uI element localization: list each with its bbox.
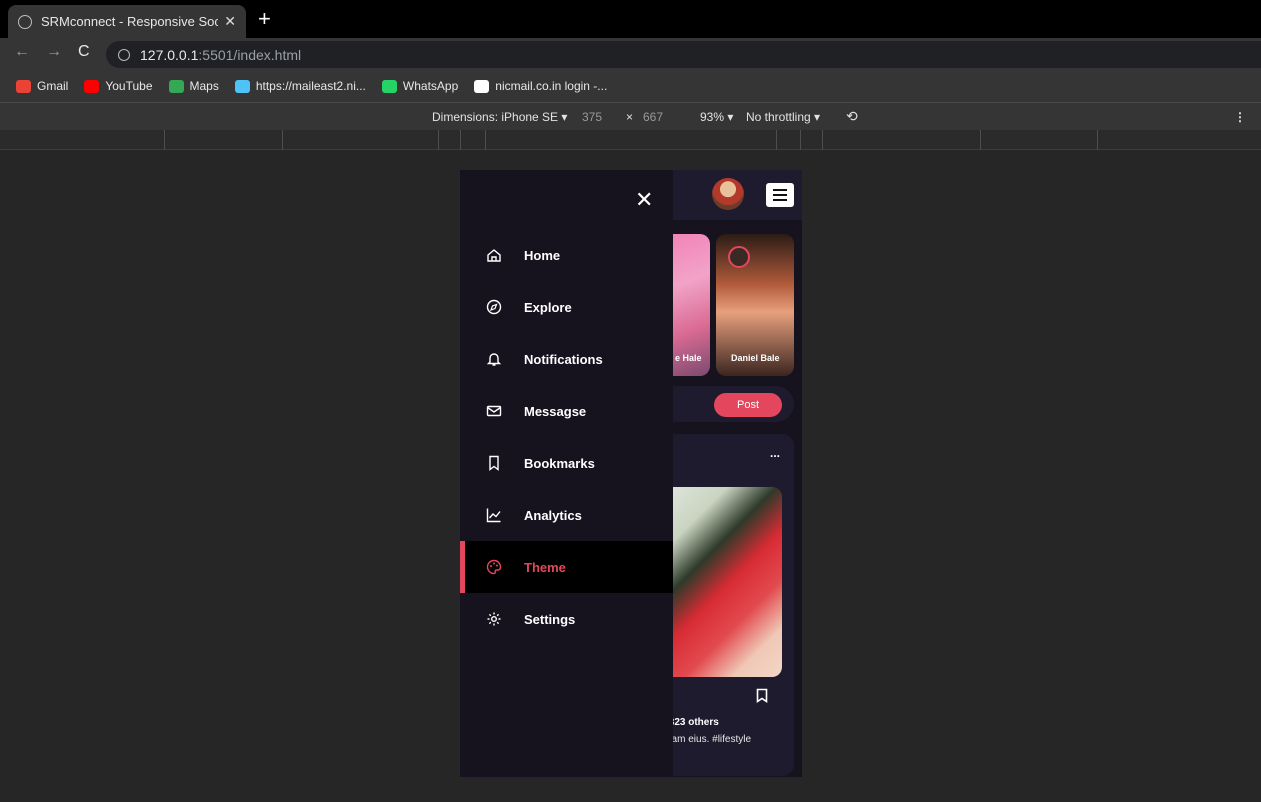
url-path: :5501/index.html (198, 46, 302, 63)
navigation-bar: ← → C 127.0.0.1:5501/index.html (0, 38, 1261, 70)
bookmark-favicon-icon (16, 79, 31, 93)
bookmark-item[interactable]: WhatsApp (381, 79, 459, 93)
bookmark-item[interactable]: Maps (168, 79, 219, 93)
device-toolbar: Dimensions: iPhone SE ▾ 375 × 667 93% ▾ … (0, 102, 1261, 130)
rotate-icon[interactable]: ⟲ (846, 108, 858, 125)
new-tab-button[interactable]: + (258, 6, 271, 32)
sidebar-item-home[interactable]: Home (460, 229, 673, 281)
chart-icon (485, 506, 503, 524)
bookmark-favicon-icon (474, 79, 490, 93)
bookmark-icon[interactable] (756, 688, 768, 703)
bookmark-favicon-icon (234, 79, 250, 93)
address-bar[interactable]: 127.0.0.1:5501/index.html (106, 41, 1261, 68)
dimension-times: × (626, 110, 634, 124)
back-arrow-icon[interactable]: ← (14, 43, 30, 61)
reload-icon[interactable]: C (78, 43, 90, 61)
tab-strip: SRMconnect - Responsive Social ✕ + (0, 0, 1261, 38)
sidebar-item-notifications[interactable]: Notifications (460, 333, 673, 385)
sidebar-item-label: Notifications (524, 351, 603, 367)
sidebar-item-label: Theme (524, 559, 566, 575)
bookmark-label: WhatsApp (402, 79, 459, 93)
sidebar-menu: ✕ Home Explore Notifications Messagse Bookma… (460, 170, 673, 777)
sidebar-item-analytics[interactable]: Analytics (460, 489, 673, 541)
hamburger-icon (773, 189, 787, 191)
media-query-ruler (0, 130, 1261, 150)
sidebar-item-label: Messagse (524, 403, 587, 419)
feed-caption: uam eius. #lifestyle (666, 734, 752, 745)
sidebar-item-bookmarks[interactable]: Bookmarks (460, 437, 673, 489)
device-height-input[interactable]: 667 (643, 110, 663, 124)
bookmarks-bar: Gmail YouTube Maps https://maileast2.ni... W… (0, 70, 1261, 102)
bookmark-label: nicmail.co.in login -... (495, 79, 608, 93)
browser-tab[interactable]: SRMconnect - Responsive Social ✕ (8, 5, 246, 38)
bookmark-item[interactable]: https://maileast2.ni... (234, 79, 366, 93)
profile-avatar[interactable] (712, 178, 744, 210)
feed-more-icon[interactable]: ... (770, 446, 780, 460)
sidebar-item-settings[interactable]: Settings (460, 593, 673, 645)
more-options-icon[interactable]: ⋮ (1234, 110, 1246, 124)
device-dimensions-select[interactable]: Dimensions: iPhone SE ▾ (432, 110, 567, 124)
bookmark-label: Maps (189, 79, 219, 93)
bookmark-label: YouTube (105, 79, 153, 93)
url-host: 127.0.0.1 (140, 46, 199, 63)
sidebar-item-messagse[interactable]: Messagse (460, 385, 673, 437)
site-info-icon[interactable] (118, 48, 130, 61)
bookmark-favicon-icon (84, 79, 100, 93)
bookmark-label: https://maileast2.ni... (255, 79, 366, 93)
sidebar-item-label: Home (524, 247, 561, 263)
zoom-select[interactable]: 93% ▾ (700, 110, 733, 124)
feed-likes: ,323 others (666, 717, 719, 728)
browser-window: SRMconnect - Responsive Social ✕ + ← → C… (0, 0, 1261, 802)
gear-icon (485, 610, 503, 628)
sidebar-item-label: Analytics (524, 507, 582, 523)
close-menu-icon[interactable]: ✕ (635, 189, 653, 211)
bell-icon (485, 350, 503, 368)
throttling-select[interactable]: No throttling ▾ (746, 110, 820, 124)
story-name: Daniel Bale (731, 353, 780, 363)
tab-title: SRMconnect - Responsive Social (41, 14, 219, 29)
sidebar-item-label: Explore (524, 299, 572, 315)
tab-close-icon[interactable]: ✕ (224, 13, 236, 30)
bookmark-favicon-icon (168, 79, 184, 93)
bookmark-favicon-icon (381, 79, 397, 93)
compass-icon (485, 298, 503, 316)
palette-icon (485, 558, 503, 576)
mail-icon (485, 402, 503, 420)
story-avatar (728, 246, 750, 268)
bookmark-item[interactable]: YouTube (84, 79, 153, 93)
menu-button[interactable] (766, 183, 794, 207)
sidebar-item-explore[interactable]: Explore (460, 281, 673, 333)
sidebar-item-label: Settings (524, 611, 576, 627)
post-button[interactable]: Post (714, 393, 782, 417)
globe-icon (18, 14, 32, 29)
bookmark-icon (485, 454, 503, 472)
home-icon (485, 246, 503, 264)
forward-arrow-icon[interactable]: → (46, 43, 62, 61)
story-name: e Hale (675, 353, 702, 363)
sidebar-item-label: Bookmarks (524, 455, 595, 471)
sidebar-item-theme[interactable]: Theme (460, 541, 673, 593)
device-viewport: e Hale Daniel Bale Post ... ,323 others … (460, 170, 802, 777)
bookmark-item[interactable]: nicmail.co.in login -... (474, 79, 607, 93)
device-width-input[interactable]: 375 (582, 110, 602, 124)
bookmark-item[interactable]: Gmail (16, 79, 68, 93)
bookmark-label: Gmail (37, 79, 69, 93)
